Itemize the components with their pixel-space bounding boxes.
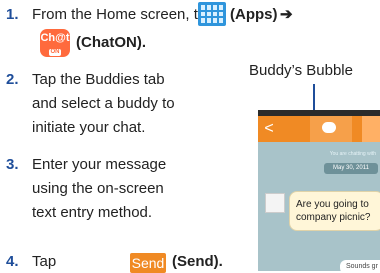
chaton-icon-on-label: ON xyxy=(49,49,61,56)
back-arrow-icon: < xyxy=(264,120,274,137)
step-3-line-2: using the on-screen xyxy=(32,180,164,197)
step-1-number: 1. xyxy=(6,6,19,23)
right-arrow-icon: ➔ xyxy=(280,6,293,23)
bubble-line-2: company picnic? xyxy=(296,212,371,223)
phone-screenshot: < You are chatting with May 30, 2011 Are… xyxy=(258,110,380,271)
chat-date-badge: May 30, 2011 xyxy=(324,163,378,174)
apps-grid-icon xyxy=(198,2,226,26)
step-3-line-1: Enter your message xyxy=(32,156,167,173)
buddy-avatar xyxy=(265,193,285,213)
extra-tab xyxy=(362,116,380,142)
buddy-message-bubble: Are you going to company picnic? xyxy=(289,191,380,231)
step-1-line-2: (ChatON). xyxy=(76,34,146,51)
step-3-line-3: text entry method. xyxy=(32,204,153,221)
step-4-line-1: Tap xyxy=(32,253,57,270)
step-2-number: 2. xyxy=(6,71,19,88)
chaton-icon-text: Ch@t xyxy=(40,32,70,44)
bubble-line-1: Are you going to xyxy=(296,199,369,210)
step-1-line-1: From the Home screen, tap xyxy=(32,6,215,23)
step-1-apps-label: (Apps) xyxy=(230,6,278,23)
step-4-line-2: (Send). xyxy=(172,253,223,270)
reply-bubble: Sounds gr xyxy=(340,260,380,271)
chat-bubble-icon xyxy=(322,122,336,133)
step-2-line-2: and select a buddy to xyxy=(32,95,175,112)
step-4-number: 4. xyxy=(6,253,19,270)
step-2-line-1: Tap the Buddies tab xyxy=(32,71,165,88)
send-button-image: Send xyxy=(130,253,166,273)
step-3-number: 3. xyxy=(6,156,19,173)
chat-status-text: You are chatting with xyxy=(329,151,376,157)
buddy-bubble-caption: Buddy’s Bubble xyxy=(249,62,353,79)
step-2-line-3: initiate your chat. xyxy=(32,119,146,136)
chaton-app-icon: Ch@t ON xyxy=(40,29,70,57)
